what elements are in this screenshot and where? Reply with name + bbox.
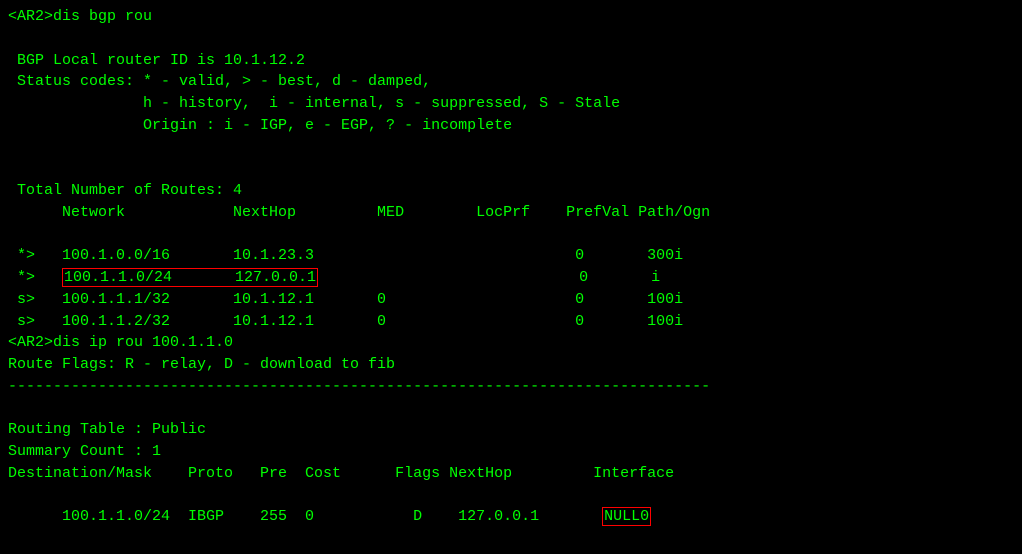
total-routes: Total Number of Routes: 4 (8, 180, 1014, 202)
route-row-3: s> 100.1.1.1/32 10.1.12.1 0 0 100i (8, 289, 1014, 311)
destination-row: 100.1.1.0/24 IBGP 255 0 D 127.0.0.1 NULL… (8, 506, 1014, 528)
bgp-router-id: BGP Local router ID is 10.1.12.2 (8, 50, 1014, 72)
blank-line-1 (8, 28, 1014, 50)
divider-line: ----------------------------------------… (8, 376, 1014, 398)
table-header: Network NextHop MED LocPrf PrefVal Path/… (8, 202, 1014, 224)
route-row-1: *> 100.1.0.0/16 10.1.23.3 0 300i (8, 245, 1014, 267)
terminal-window: <AR2>dis bgp rou BGP Local router ID is … (0, 0, 1022, 554)
route-row-2: *> 100.1.1.0/24 127.0.0.1 0 i (8, 267, 1014, 289)
status-codes: Status codes: * - valid, > - best, d - d… (8, 71, 1014, 93)
blank-line-5 (8, 398, 1014, 420)
summary-count: Summary Count : 1 (8, 441, 1014, 463)
route-flags: Route Flags: R - relay, D - download to … (8, 354, 1014, 376)
blank-line-2 (8, 137, 1014, 159)
null0-interface: NULL0 (602, 507, 651, 526)
blank-line-4 (8, 224, 1014, 246)
destination-header: Destination/Mask Proto Pre Cost Flags Ne… (8, 463, 1014, 485)
blank-line-6 (8, 485, 1014, 507)
status-origin: Origin : i - IGP, e - EGP, ? - incomplet… (8, 115, 1014, 137)
status-history: h - history, i - internal, s - suppresse… (8, 93, 1014, 115)
command-line-2: <AR2>dis ip rou 100.1.1.0 (8, 332, 1014, 354)
highlighted-network: 100.1.1.0/24 127.0.0.1 (62, 268, 318, 287)
route-row-4: s> 100.1.1.2/32 10.1.12.1 0 0 100i (8, 311, 1014, 333)
routing-table-label: Routing Table : Public (8, 419, 1014, 441)
command-line-1: <AR2>dis bgp rou (8, 6, 1014, 28)
blank-line-3 (8, 158, 1014, 180)
